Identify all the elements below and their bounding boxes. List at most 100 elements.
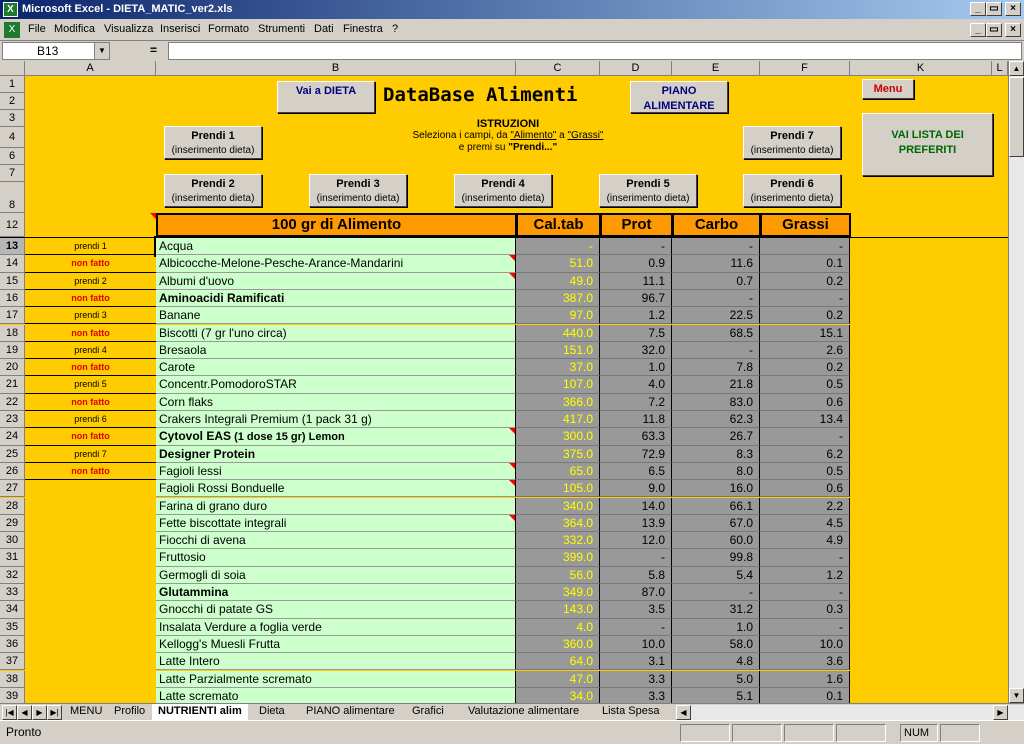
cal-cell[interactable]: 332.0 [516,532,600,550]
grassi-cell[interactable]: 0.6 [760,480,850,498]
empty-cell[interactable] [25,498,156,515]
prot-cell[interactable]: 3.5 [600,601,672,619]
carbo-cell[interactable]: 62.3 [672,411,760,429]
food-name-cell[interactable]: Acqua [154,235,518,258]
food-name-cell[interactable]: Farina di grano duro [156,497,516,515]
status-cell[interactable]: prendi 4 [25,342,156,360]
col-header-b[interactable]: B [156,61,516,76]
grassi-cell[interactable]: 4.9 [760,532,850,550]
row-header[interactable]: 1 [0,76,25,93]
grassi-cell[interactable]: 0.2 [760,272,850,290]
prot-cell[interactable]: 13.9 [600,514,672,533]
row-header[interactable]: 17 [0,307,25,325]
grassi-cell[interactable]: - [760,618,850,636]
row-header[interactable]: 28 [0,497,25,515]
scroll-right-icon[interactable]: ▶ [993,705,1008,720]
empty-cell[interactable] [25,688,156,703]
cal-cell[interactable]: 399.0 [516,549,600,567]
food-name-cell[interactable]: Latte Parzialmente scremato [156,670,516,688]
grassi-cell[interactable]: - [760,584,850,602]
cal-cell[interactable]: - [516,238,600,256]
carbo-cell[interactable]: 16.0 [672,480,760,498]
row-header[interactable]: 20 [0,359,25,377]
empty-cell[interactable] [25,480,156,497]
row-header[interactable]: 23 [0,411,25,429]
row-header[interactable]: 15 [0,272,25,290]
tab-first-icon[interactable]: |◀ [2,705,17,720]
prot-cell[interactable]: 32.0 [600,341,672,360]
empty-cell[interactable] [25,619,156,636]
prendi-7-button[interactable]: Prendi 7 (inserimento dieta) [743,126,841,159]
status-cell[interactable]: non fatto [25,325,156,342]
prendi-2-button[interactable]: Prendi 2 (inserimento dieta) [164,174,262,207]
cal-cell[interactable]: 65.0 [516,462,600,481]
row-header[interactable]: 26 [0,462,25,481]
food-name-cell[interactable]: Fette biscottate integrali [156,514,516,533]
grassi-cell[interactable]: 3.6 [760,653,850,671]
food-name-cell[interactable]: Aminoacidi Ramificati [156,289,516,308]
row-header[interactable]: 35 [0,618,25,636]
cal-cell[interactable]: 105.0 [516,480,600,498]
prot-cell[interactable]: 9.0 [600,480,672,498]
grassi-cell[interactable]: 0.5 [760,462,850,481]
grassi-cell[interactable]: 0.2 [760,307,850,325]
carbo-cell[interactable]: 67.0 [672,514,760,533]
food-name-cell[interactable]: Cytovol EAS (1 dose 15 gr) Lemon [156,428,516,446]
col-header-f[interactable]: F [760,61,850,76]
carbo-cell[interactable]: 22.5 [672,307,760,325]
grassi-cell[interactable]: 0.5 [760,376,850,394]
row-header[interactable]: 27 [0,480,25,498]
cal-cell[interactable]: 51.0 [516,255,600,273]
empty-cell[interactable] [25,671,156,688]
row-header[interactable]: 34 [0,601,25,619]
col-header-e[interactable]: E [672,61,760,76]
prot-cell[interactable]: 3.3 [600,670,672,688]
cal-cell[interactable]: 360.0 [516,635,600,654]
row-header[interactable]: 12 [0,213,25,237]
cal-cell[interactable]: 37.0 [516,359,600,377]
carbo-cell[interactable]: 8.0 [672,462,760,481]
doc-minimize-button[interactable]: _ [970,23,986,37]
carbo-cell[interactable]: 68.5 [672,324,760,342]
carbo-cell[interactable]: - [672,341,760,360]
menu-formato[interactable]: Formato [208,23,249,35]
tab-next-icon[interactable]: ▶ [32,705,47,720]
tab-last-icon[interactable]: ▶| [47,705,62,720]
food-name-cell[interactable]: Gnocchi di patate GS [156,601,516,619]
status-cell[interactable]: non fatto [25,463,156,481]
row-header[interactable]: 19 [0,341,25,360]
grassi-cell[interactable]: 0.6 [760,393,850,411]
status-cell[interactable]: non fatto [25,428,156,446]
food-name-cell[interactable]: Fiocchi di avena [156,532,516,550]
doc-restore-button[interactable]: ▭ [986,23,1002,37]
carbo-cell[interactable]: - [672,238,760,256]
carbo-cell[interactable]: 83.0 [672,393,760,411]
prendi-6-button[interactable]: Prendi 6 (inserimento dieta) [743,174,841,207]
grassi-cell[interactable]: - [760,289,850,308]
carbo-cell[interactable]: 5.4 [672,566,760,584]
food-name-cell[interactable]: Bresaola [156,341,516,360]
row-header[interactable]: 4 [0,127,25,148]
food-name-cell[interactable]: Insalata Verdure a foglia verde [156,618,516,636]
menu-finestra[interactable]: Finestra [343,23,383,35]
row-header[interactable]: 29 [0,514,25,533]
cal-cell[interactable]: 56.0 [516,566,600,584]
row-header[interactable]: 3 [0,110,25,127]
menu-dati[interactable]: Dati [314,23,334,35]
prot-cell[interactable]: 12.0 [600,532,672,550]
grassi-cell[interactable]: 0.3 [760,601,850,619]
prot-cell[interactable]: 11.8 [600,411,672,429]
prot-cell[interactable]: 7.5 [600,324,672,342]
row-header[interactable]: 8 [0,182,25,213]
food-name-cell[interactable]: Latte Intero [156,653,516,671]
menu-help[interactable]: ? [392,23,398,35]
grassi-cell[interactable]: 1.2 [760,566,850,584]
tab-dieta[interactable]: Dieta [253,704,291,720]
grassi-cell[interactable]: 2.6 [760,341,850,360]
cal-cell[interactable]: 97.0 [516,307,600,325]
cal-cell[interactable]: 375.0 [516,445,600,463]
status-cell[interactable]: prendi 6 [25,411,156,429]
cal-cell[interactable]: 64.0 [516,653,600,671]
status-cell[interactable]: prendi 5 [25,376,156,394]
tab-lista-spesa[interactable]: Lista Spesa [596,704,665,720]
